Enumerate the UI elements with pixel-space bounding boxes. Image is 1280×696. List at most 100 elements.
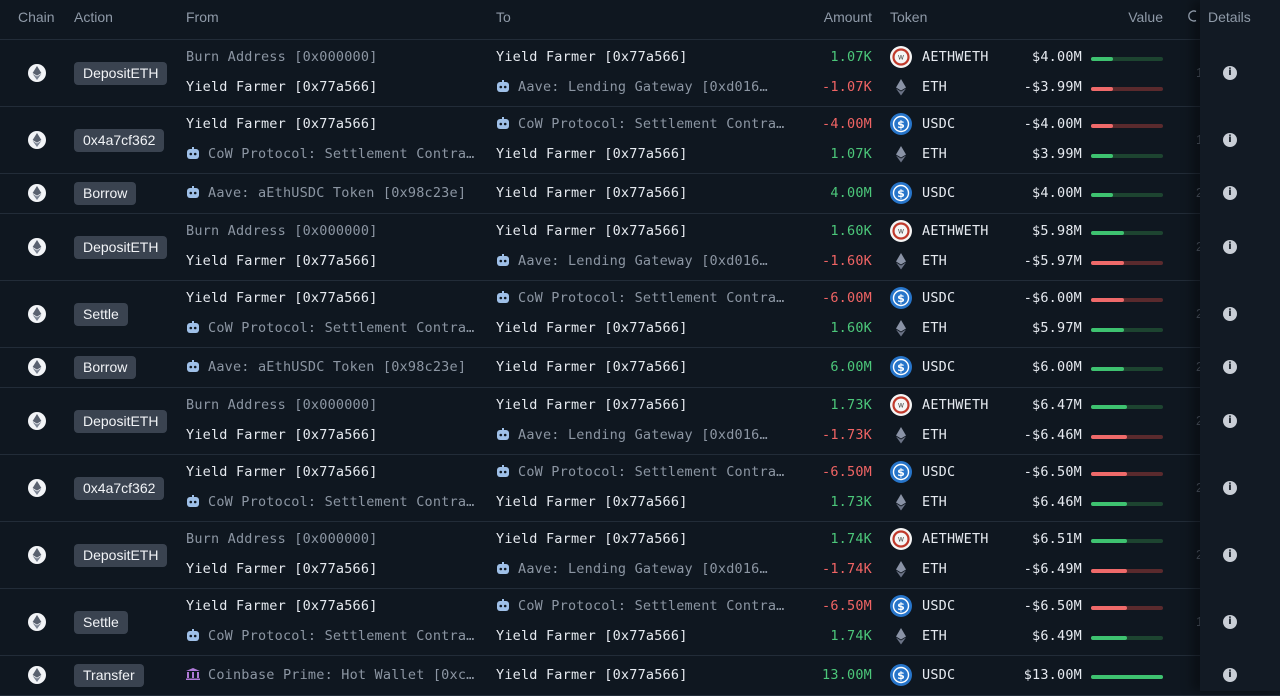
table-row[interactable]: DepositETH2Burn Address [0x000000]Yield …: [0, 214, 1280, 281]
from-address[interactable]: CoW Protocol: Settlement Contra…: [186, 320, 486, 336]
to-address[interactable]: Yield Farmer [0x77a566]: [496, 49, 796, 65]
table-row[interactable]: DepositETH2Burn Address [0x000000]Yield …: [0, 522, 1280, 589]
token-symbol[interactable]: AETHWETH: [922, 49, 989, 65]
from-address[interactable]: Yield Farmer [0x77a566]: [186, 290, 486, 306]
header-amount[interactable]: Amount: [824, 9, 872, 25]
from-address[interactable]: Yield Farmer [0x77a566]: [186, 253, 486, 269]
token-symbol[interactable]: USDC: [922, 667, 955, 683]
to-address[interactable]: Aave: Lending Gateway [0xd016…: [496, 79, 796, 95]
eth-token-icon: [890, 625, 912, 647]
token-symbol[interactable]: AETHWETH: [922, 531, 989, 547]
table-row[interactable]: Borrow2Aave: aEthUSDC Token [0x98c23e]Yi…: [0, 174, 1280, 214]
to-address[interactable]: Yield Farmer [0x77a566]: [496, 667, 796, 683]
from-address[interactable]: Coinbase Prime: Hot Wallet [0xc…: [186, 667, 486, 683]
to-address[interactable]: Yield Farmer [0x77a566]: [496, 223, 796, 239]
eth-token-icon: [890, 250, 912, 272]
to-address[interactable]: Aave: Lending Gateway [0xd016…: [496, 427, 796, 443]
from-address[interactable]: CoW Protocol: Settlement Contra…: [186, 146, 486, 162]
from-address[interactable]: Aave: aEthUSDC Token [0x98c23e]: [186, 185, 486, 201]
amount-value: -4.00M: [822, 116, 872, 132]
token-symbol[interactable]: ETH: [922, 427, 947, 443]
table-row[interactable]: Settle2Yield Farmer [0x77a566]CoW Protoc…: [0, 281, 1280, 348]
to-address[interactable]: CoW Protocol: Settlement Contra…: [496, 598, 796, 614]
token-symbol[interactable]: AETHWETH: [922, 397, 989, 413]
info-icon[interactable]: i: [1223, 615, 1237, 629]
to-address[interactable]: CoW Protocol: Settlement Contra…: [496, 116, 796, 132]
token-symbol[interactable]: AETHWETH: [922, 223, 989, 239]
info-icon[interactable]: i: [1223, 481, 1237, 495]
from-address[interactable]: CoW Protocol: Settlement Contra…: [186, 628, 486, 644]
to-address[interactable]: Aave: Lending Gateway [0xd016…: [496, 561, 796, 577]
to-address-label: Yield Farmer [0x77a566]: [496, 223, 688, 239]
from-address-label: Yield Farmer [0x77a566]: [186, 290, 378, 306]
token-symbol[interactable]: ETH: [922, 146, 947, 162]
eth-token-icon: [890, 317, 912, 339]
token-symbol[interactable]: ETH: [922, 320, 947, 336]
token-symbol[interactable]: USDC: [922, 290, 955, 306]
svg-text:$: $: [897, 361, 905, 374]
header-to[interactable]: To: [496, 9, 511, 25]
to-address[interactable]: Yield Farmer [0x77a566]: [496, 494, 796, 510]
info-icon[interactable]: i: [1223, 66, 1237, 80]
token-symbol[interactable]: ETH: [922, 253, 947, 269]
header-from[interactable]: From: [186, 9, 219, 25]
from-address[interactable]: Burn Address [0x000000]: [186, 397, 486, 413]
table-row[interactable]: Transfer Coinbase Prime: Hot Wallet [0xc……: [0, 656, 1280, 696]
from-address[interactable]: Burn Address [0x000000]: [186, 531, 486, 547]
table-row[interactable]: Borrow2Aave: aEthUSDC Token [0x98c23e]Yi…: [0, 348, 1280, 388]
from-address[interactable]: Yield Farmer [0x77a566]: [186, 116, 486, 132]
info-icon[interactable]: i: [1223, 360, 1237, 374]
header-token[interactable]: Token: [890, 9, 927, 25]
usd-value: -$5.97M: [1023, 253, 1082, 269]
table-row[interactable]: 0x4a7cf3622Yield Farmer [0x77a566]CoW Pr…: [0, 455, 1280, 522]
header-details[interactable]: Details: [1208, 9, 1251, 25]
to-address[interactable]: Yield Farmer [0x77a566]: [496, 397, 796, 413]
to-address[interactable]: Yield Farmer [0x77a566]: [496, 359, 796, 375]
from-address[interactable]: Burn Address [0x000000]: [186, 49, 486, 65]
to-address[interactable]: Yield Farmer [0x77a566]: [496, 628, 796, 644]
token-symbol[interactable]: USDC: [922, 464, 955, 480]
token-symbol[interactable]: ETH: [922, 561, 947, 577]
from-address[interactable]: Yield Farmer [0x77a566]: [186, 561, 486, 577]
from-address[interactable]: CoW Protocol: Settlement Contra…: [186, 494, 486, 510]
from-address-label: Aave: aEthUSDC Token [0x98c23e]: [208, 185, 467, 201]
token-symbol[interactable]: ETH: [922, 494, 947, 510]
table-row[interactable]: Settle1Yield Farmer [0x77a566]CoW Protoc…: [0, 589, 1280, 656]
token-symbol[interactable]: ETH: [922, 79, 947, 95]
robot-icon: [496, 561, 518, 577]
token-symbol[interactable]: USDC: [922, 185, 955, 201]
from-address[interactable]: Yield Farmer [0x77a566]: [186, 79, 486, 95]
table-row[interactable]: DepositETH2Burn Address [0x000000]Yield …: [0, 388, 1280, 455]
clock-icon[interactable]: [1187, 9, 1199, 26]
robot-icon: [186, 628, 208, 644]
from-address[interactable]: Yield Farmer [0x77a566]: [186, 598, 486, 614]
header-chain[interactable]: Chain: [18, 9, 55, 25]
table-row[interactable]: 0x4a7cf3621Yield Farmer [0x77a566]CoW Pr…: [0, 107, 1280, 174]
to-address[interactable]: CoW Protocol: Settlement Contra…: [496, 464, 796, 480]
token-symbol[interactable]: USDC: [922, 598, 955, 614]
header-value[interactable]: Value: [1128, 9, 1163, 25]
to-address[interactable]: Yield Farmer [0x77a566]: [496, 531, 796, 547]
info-icon[interactable]: i: [1223, 240, 1237, 254]
table-row[interactable]: DepositETH1Burn Address [0x000000]Yield …: [0, 40, 1280, 107]
info-icon[interactable]: i: [1223, 668, 1237, 682]
to-address[interactable]: Yield Farmer [0x77a566]: [496, 146, 796, 162]
header-action[interactable]: Action: [74, 9, 113, 25]
token-symbol[interactable]: USDC: [922, 359, 955, 375]
from-address[interactable]: Burn Address [0x000000]: [186, 223, 486, 239]
info-icon[interactable]: i: [1223, 548, 1237, 562]
info-icon[interactable]: i: [1223, 133, 1237, 147]
info-icon[interactable]: i: [1223, 307, 1237, 321]
from-address-label: Yield Farmer [0x77a566]: [186, 116, 378, 132]
to-address[interactable]: Yield Farmer [0x77a566]: [496, 320, 796, 336]
info-icon[interactable]: i: [1223, 414, 1237, 428]
info-icon[interactable]: i: [1223, 186, 1237, 200]
token-symbol[interactable]: ETH: [922, 628, 947, 644]
token-symbol[interactable]: USDC: [922, 116, 955, 132]
from-address[interactable]: Yield Farmer [0x77a566]: [186, 427, 486, 443]
from-address[interactable]: Yield Farmer [0x77a566]: [186, 464, 486, 480]
to-address[interactable]: Yield Farmer [0x77a566]: [496, 185, 796, 201]
to-address[interactable]: Aave: Lending Gateway [0xd016…: [496, 253, 796, 269]
to-address[interactable]: CoW Protocol: Settlement Contra…: [496, 290, 796, 306]
from-address[interactable]: Aave: aEthUSDC Token [0x98c23e]: [186, 359, 486, 375]
